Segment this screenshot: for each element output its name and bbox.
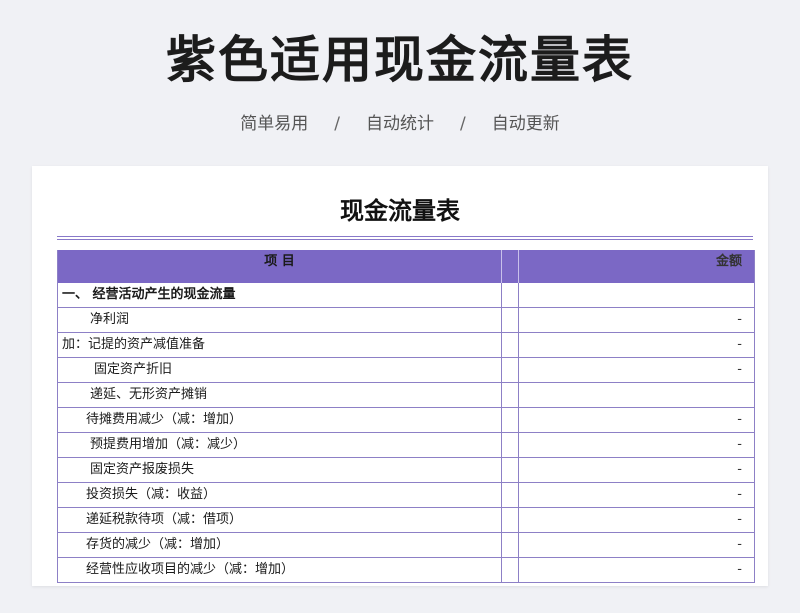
row-item-cell[interactable]: 预提费用增加（减：减少）	[58, 433, 501, 457]
row-amount-cell[interactable]: -	[519, 508, 752, 532]
row-gap-cell[interactable]	[501, 333, 519, 357]
table-row: 递延税款待项（减：借项） -	[58, 508, 754, 533]
row-gap-cell[interactable]	[501, 408, 519, 432]
subtitle-separator: /	[334, 114, 340, 134]
subtitle-item-auto-stat: 自动统计	[366, 114, 434, 134]
row-gap-cell[interactable]	[501, 358, 519, 382]
row-amount-cell[interactable]: -	[519, 358, 752, 382]
row-item-cell[interactable]: 经营性应收项目的减少（减：增加）	[58, 558, 501, 582]
row-gap-cell[interactable]	[501, 483, 519, 507]
row-amount-cell[interactable]: -	[519, 483, 752, 507]
row-item-cell[interactable]: 存货的减少（减：增加）	[58, 533, 501, 557]
subtitle-separator: /	[460, 114, 466, 134]
spreadsheet-preview: 现金流量表 项 目 金额 一、 经营活动产生的现金流量 净利润 - 加：记提的资产减值…	[32, 166, 768, 586]
table-header: 项 目 金额	[58, 250, 754, 283]
row-amount-cell[interactable]	[519, 383, 752, 407]
table-row: 待摊费用减少（减：增加） -	[58, 408, 754, 433]
row-amount-cell[interactable]: -	[519, 533, 752, 557]
table-row: 一、 经营活动产生的现金流量	[58, 283, 754, 308]
subtitle-item-easy: 简单易用	[240, 114, 309, 134]
row-gap-cell[interactable]	[501, 308, 519, 332]
row-amount-cell[interactable]: -	[519, 558, 752, 582]
row-gap-cell[interactable]	[501, 508, 519, 532]
row-amount-cell[interactable]: -	[519, 333, 752, 357]
column-header-amount[interactable]: 金额	[519, 250, 752, 283]
table-row: 经营性应收项目的减少（减：增加） -	[58, 558, 754, 583]
row-gap-cell[interactable]	[501, 383, 519, 407]
page-title: 紫色适用现金流量表	[166, 31, 634, 89]
row-item-cell[interactable]: 固定资产折旧	[58, 358, 501, 382]
row-amount-cell[interactable]: -	[519, 458, 752, 482]
row-item-cell[interactable]: 净利润	[58, 308, 501, 332]
row-amount-cell[interactable]: -	[519, 433, 752, 457]
row-item-cell[interactable]: 投资损失（减：收益）	[58, 483, 501, 507]
column-header-item[interactable]: 项 目	[58, 250, 501, 283]
row-item-cell[interactable]: 递延、无形资产摊销	[58, 383, 501, 407]
row-item-cell[interactable]: 递延税款待项（减：借项）	[58, 508, 501, 532]
table-row: 递延、无形资产摊销	[58, 383, 754, 408]
row-amount-cell[interactable]	[519, 283, 752, 307]
row-amount-cell[interactable]: -	[519, 408, 752, 432]
table-row: 固定资产报废损失 -	[58, 458, 754, 483]
sheet-title: 现金流量表	[340, 197, 460, 225]
table-row: 固定资产折旧 -	[58, 358, 754, 383]
table-row: 净利润 -	[58, 308, 754, 333]
title-divider	[57, 239, 753, 240]
row-item-cell[interactable]: 待摊费用减少（减：增加）	[58, 408, 501, 432]
subtitle-item-auto-update: 自动更新	[491, 114, 560, 134]
table-row: 投资损失（减：收益） -	[58, 483, 754, 508]
row-amount-cell[interactable]: -	[519, 308, 752, 332]
page-subtitle: 简单易用 / 自动统计 / 自动更新	[0, 112, 800, 136]
title-divider	[57, 236, 753, 237]
row-gap-cell[interactable]	[501, 283, 519, 307]
table-row: 预提费用增加（减：减少） -	[58, 433, 754, 458]
row-item-cell[interactable]: 加：记提的资产减值准备	[58, 333, 501, 357]
table-row: 存货的减少（减：增加） -	[58, 533, 754, 558]
table-row: 加：记提的资产减值准备 -	[58, 333, 754, 358]
row-gap-cell[interactable]	[501, 458, 519, 482]
column-header-gap[interactable]	[501, 250, 519, 283]
row-item-cell[interactable]: 一、 经营活动产生的现金流量	[58, 283, 501, 307]
cash-flow-table: 项 目 金额 一、 经营活动产生的现金流量 净利润 - 加：记提的资产减值准备 - 固定资…	[57, 250, 755, 583]
row-gap-cell[interactable]	[501, 533, 519, 557]
row-gap-cell[interactable]	[501, 433, 519, 457]
row-item-cell[interactable]: 固定资产报废损失	[58, 458, 501, 482]
row-gap-cell[interactable]	[501, 558, 519, 582]
